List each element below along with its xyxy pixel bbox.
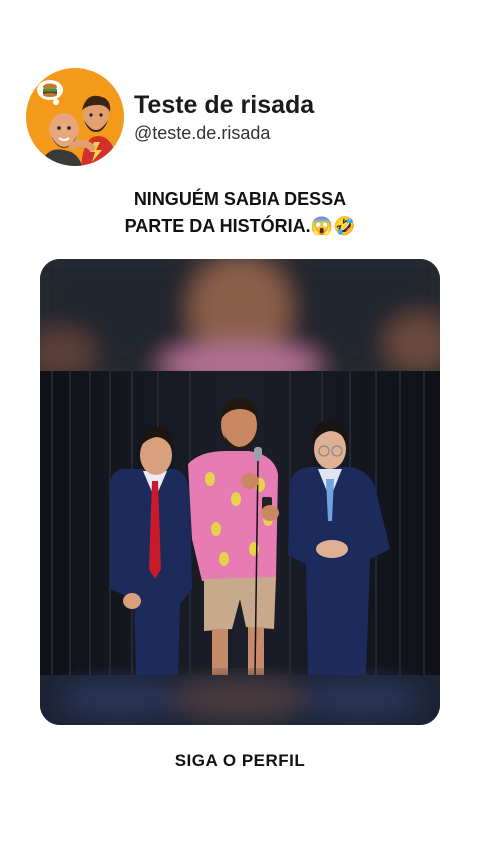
profile-handle[interactable]: @teste.de.risada bbox=[134, 123, 314, 144]
profile-header[interactable]: Teste de risada @teste.de.risada bbox=[26, 68, 314, 166]
avatar[interactable] bbox=[26, 68, 124, 166]
caption-line-1: NINGUÉM SABIA DESSA bbox=[133, 189, 347, 209]
video-player[interactable] bbox=[40, 259, 440, 725]
caption-line-2: PARTE DA HISTÓRIA.😱🤣 bbox=[124, 216, 356, 236]
post-caption: NINGUÉM SABIA DESSA PARTE DA HISTÓRIA.😱🤣 bbox=[0, 186, 480, 240]
video-frame bbox=[40, 259, 440, 725]
blurred-bottom-band bbox=[40, 675, 440, 725]
cartoon-duo-avatar-icon bbox=[26, 68, 124, 166]
follow-profile-cta[interactable]: SIGA O PERFIL bbox=[0, 751, 480, 771]
profile-display-name[interactable]: Teste de risada bbox=[134, 91, 314, 119]
